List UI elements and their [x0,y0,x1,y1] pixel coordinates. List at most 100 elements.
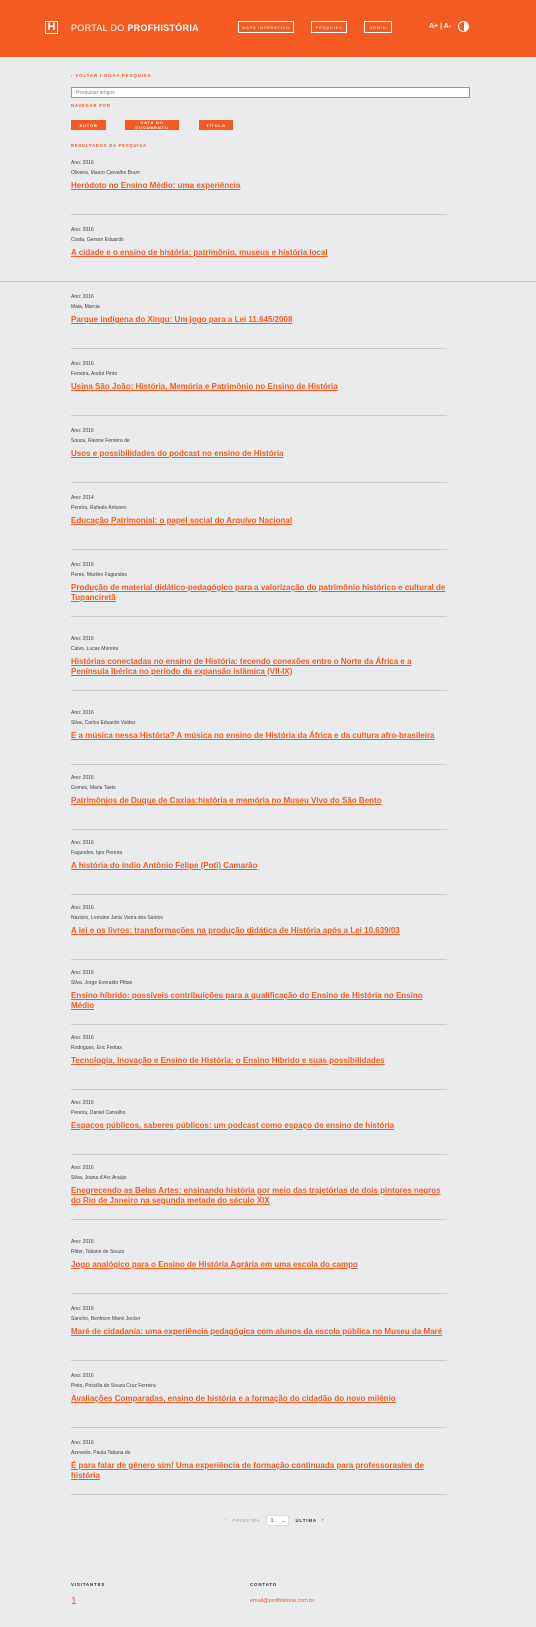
result-title-link[interactable]: Histórias conectadas no ensino de Histór… [71,657,447,676]
result-title-link[interactable]: A lei e os livros: transformações na pro… [71,926,447,936]
browse-author-button[interactable]: AUTOR [71,120,106,130]
result-title-link[interactable]: E a música nessa História? A música no e… [71,731,447,741]
contact-label: CONTATO [250,1582,278,1587]
result-authors: Ferreira, André Pinto [71,371,118,377]
result-year: Ano: 2016 [71,905,94,911]
result-title-link[interactable]: A história do índio Antônio Felipe (Poti… [71,861,447,871]
search-input[interactable] [71,87,470,98]
first-page-link[interactable]: PRIMEIRA [232,1518,260,1523]
result-divider [71,415,447,416]
result-year: Ano: 2016 [71,428,94,434]
result-authors: Peres, Marilen Fagundes [71,572,127,578]
result-item: Ano: 2016 Costa, Gerson Eduardo A cidade e… [71,227,447,294]
browse-date-button[interactable]: DATA DO DOCUMENTO [125,120,179,130]
back-new-search-link[interactable]: ‹ VOLTAR / NOVA PESQUISA [71,73,152,78]
result-divider [71,959,447,960]
result-year: Ano: 2016 [71,1100,94,1106]
results-list: Ano: 2016 Oliveira, Mauro Carvalho Brum He… [71,160,447,1507]
nav-mapa-interativo-button[interactable]: MAPA INTERATIVO [238,21,294,33]
result-title-link[interactable]: Usos e possibilidades do podcast no ensi… [71,449,447,459]
result-authors: Azevedo, Paula Tatiana de [71,1450,131,1456]
result-year: Ano: 2016 [71,1373,94,1379]
result-authors: Nazário, Lorraine Janis Vieira dos Santo… [71,915,163,921]
result-item: Ano: 2016 Maia, Marcia Parque indígena do … [71,294,447,361]
result-divider [71,214,447,215]
result-item: Ano: 2016 Souza, Raione Ferreira de Usos e… [71,428,447,495]
result-title-link[interactable]: Jogo analógico para o Ensino de História… [71,1260,447,1270]
result-divider [71,281,447,282]
result-year: Ano: 2016 [71,636,94,642]
result-authors: Calvo, Lucas Moreira [71,646,119,652]
font-size-toggle[interactable]: A+ | A- [429,23,451,30]
result-title-link[interactable]: Parque indígena do Xingu: Um jogo para a… [71,315,447,325]
result-title-link[interactable]: Patrimônios de Duque de Caxias:história … [71,796,447,806]
result-divider [71,1154,447,1155]
browse-title-button[interactable]: TÍTULO [199,120,233,130]
result-title-link[interactable]: Tecnologia, Inovação e Ensino de Históri… [71,1056,447,1066]
result-divider [71,764,447,765]
site-title-prefix: PORTAL DO [71,23,128,33]
result-divider [71,894,447,895]
result-year: Ano: 2016 [71,840,94,846]
result-item: Ano: 2016 Nazário, Lorraine Janis Vieira … [71,905,447,970]
pagination: ‹ PRIMEIRA 1 ⌄ ÚLTIMA › [225,1515,324,1526]
result-divider [71,1219,447,1220]
result-title-link[interactable]: Espaços públicos, saberes públicos: um p… [71,1121,447,1131]
result-item: Ano: 2016 Silva, Jorge Everaldo Pittan Ens… [71,970,447,1035]
result-title-link[interactable]: Maré de cidadania: uma experiência pedag… [71,1327,447,1337]
chevron-right-icon[interactable]: › [322,1518,324,1523]
result-year: Ano: 2016 [71,1035,94,1041]
result-divider [71,1024,447,1025]
result-authors: Fagundes, Igor Pereira [71,850,123,856]
last-page-link[interactable]: ÚLTIMA [295,1518,316,1523]
result-title-link[interactable]: A cidade e o ensino de história: patrimô… [71,248,447,258]
result-item: Ano: 2016 Silva, Carlos Eduardo Valdez E a… [71,710,447,775]
result-year: Ano: 2016 [71,160,94,166]
result-title-link[interactable]: Educação Patrimonial: o papel social do … [71,516,447,526]
result-authors: Silva, Carlos Eduardo Valdez [71,720,136,726]
nav-pesquisa-button[interactable]: PESQUISA [311,21,347,33]
result-authors: Souza, Raione Ferreira de [71,438,130,444]
result-title-link[interactable]: Usina São João: História, Memória e Patr… [71,382,447,392]
result-title-link[interactable]: Ensino híbrido: possíveis contribuições … [71,991,447,1010]
result-item: Ano: 2016 Gomes, Maria Taets Patrimônios d… [71,775,447,840]
chevron-left-icon[interactable]: ‹ [225,1518,227,1523]
result-divider [71,482,447,483]
result-item: Ano: 2016 Silva, Joana d'Arc Araújo Enegre… [71,1165,447,1239]
page-select-value: 1 [270,1517,274,1524]
result-year: Ano: 2016 [71,1306,94,1312]
page-select[interactable]: 1 ⌄ [266,1515,290,1526]
result-title-link[interactable]: Enegrecendo as Belas Artes: ensinando hi… [71,1186,447,1205]
result-item: Ano: 2016 Fagundes, Igor Pereira A históri… [71,840,447,905]
visitors-label: VISITANTES [71,1582,106,1587]
nav-admin-button[interactable]: ADMIN [364,21,392,33]
contact-email-link[interactable]: email@profhistoria.com.br [250,1598,314,1604]
result-year: Ano: 2016 [71,970,94,976]
result-divider [71,690,447,691]
result-title-link[interactable]: Heródoto no Ensino Médio: uma experiênci… [71,181,447,191]
result-title-link[interactable]: Avaliações Comparadas, ensino de históri… [71,1394,447,1404]
result-divider [71,549,447,550]
result-year: Ano: 2014 [71,495,94,501]
visitors-count: 1 [71,1596,77,1607]
site-header: H PORTAL DO PROFHISTÓRIA MAPA INTERATIVO… [0,0,536,57]
result-divider [71,1293,447,1294]
result-item: Ano: 2016 Rodrigues, Eric Freitas Tecnolog… [71,1035,447,1100]
result-title-link[interactable]: É para falar de gênero sim! Uma experiên… [71,1461,447,1480]
result-authors: Rodrigues, Eric Freitas [71,1045,122,1051]
result-item: Ano: 2016 Oliveira, Mauro Carvalho Brum He… [71,160,447,227]
result-year: Ano: 2016 [71,1165,94,1171]
result-title-link[interactable]: Produção de material didático-pedagógico… [71,583,447,602]
result-year: Ano: 2016 [71,1440,94,1446]
contrast-icon[interactable] [458,21,469,32]
result-year: Ano: 2016 [71,710,94,716]
result-year: Ano: 2016 [71,1239,94,1245]
result-authors: Ritter, Tatiane de Souza [71,1249,124,1255]
portal-logo-icon[interactable]: H [45,21,58,34]
browse-by-label: NAVEGAR POR [71,103,111,108]
result-authors: Pereira, Daniel Carvalho [71,1110,126,1116]
result-authors: Oliveira, Mauro Carvalho Brum [71,170,140,176]
result-item: Ano: 2016 Azevedo, Paula Tatiana de É para… [71,1440,447,1507]
site-title[interactable]: PORTAL DO PROFHISTÓRIA [71,23,199,33]
result-authors: Pereira, Rafaele Antunes [71,505,127,511]
